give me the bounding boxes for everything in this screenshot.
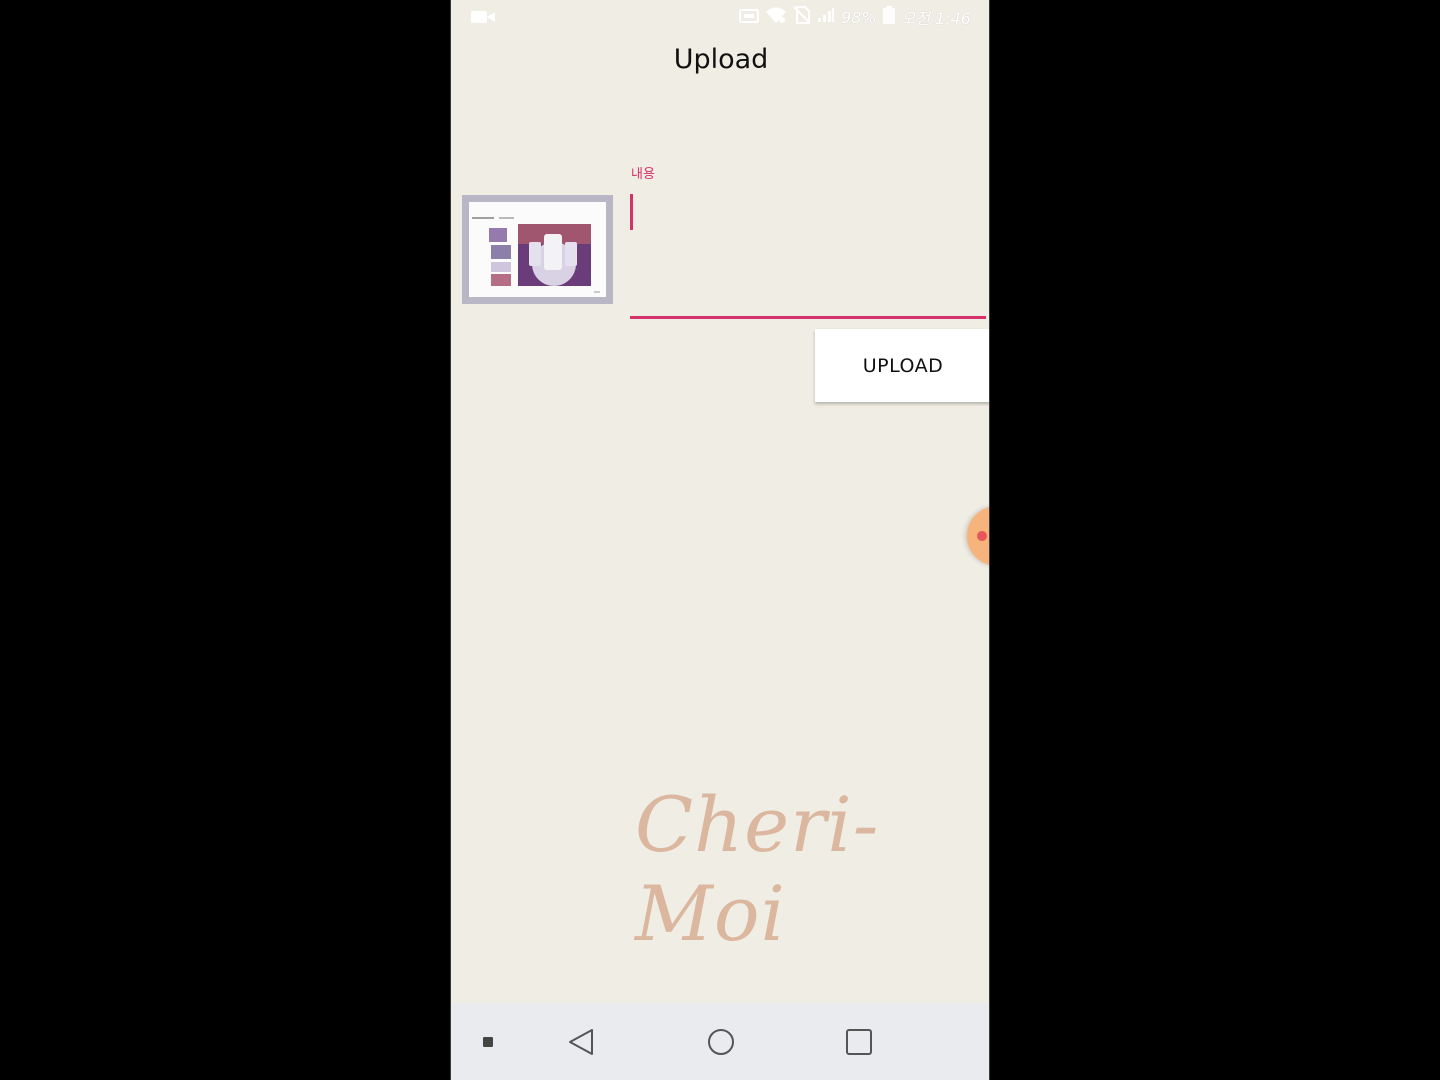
battery-icon <box>882 6 895 28</box>
watermark-logo: Cheri-Moi <box>635 780 880 958</box>
content-field-label: 내용 <box>631 167 655 182</box>
home-icon[interactable] <box>701 1003 741 1080</box>
wifi-icon <box>765 6 787 28</box>
signal-icon <box>817 7 835 27</box>
video-recording-icon <box>471 9 495 29</box>
phone-screen: 98% 오전 1:46 Upload 내용 UPLOAD Cheri-Moi <box>450 0 990 1080</box>
menu-dot-icon[interactable] <box>473 1003 503 1080</box>
text-cursor <box>630 194 633 230</box>
battery-percent: 98% <box>840 7 877 27</box>
page-title: Upload <box>673 44 769 75</box>
image-thumbnail[interactable] <box>462 195 613 304</box>
upload-button[interactable]: UPLOAD <box>815 329 989 402</box>
content-input[interactable] <box>630 185 986 319</box>
status-bar: 98% 오전 1:46 <box>451 0 989 34</box>
navigation-bar <box>451 1003 989 1080</box>
floating-handle[interactable] <box>967 506 989 566</box>
nfc-icon <box>738 8 759 27</box>
recents-icon[interactable] <box>839 1003 879 1080</box>
clock: 오전 1:46 <box>900 9 971 28</box>
floating-handle-dot-icon <box>977 531 987 541</box>
thumbnail-preview <box>469 202 606 297</box>
no-sim-icon <box>793 6 811 28</box>
back-icon[interactable] <box>561 1003 601 1080</box>
